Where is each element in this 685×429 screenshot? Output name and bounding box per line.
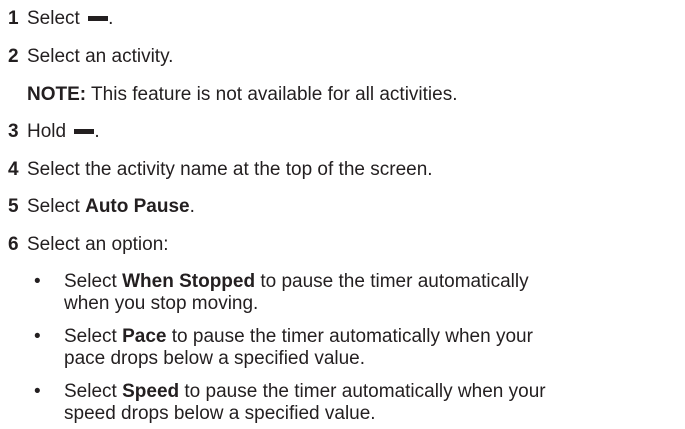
step-text: Select . xyxy=(27,8,114,29)
menu-icon xyxy=(74,129,95,134)
bullet: • xyxy=(34,326,41,347)
step-text: Select the activity name at the top of t… xyxy=(27,159,433,180)
step-number: 2 xyxy=(8,46,19,67)
option-text: Select Pace to pause the timer automatic… xyxy=(64,326,533,369)
step-text: Hold . xyxy=(27,121,100,142)
step-6: 6 Select an option: xyxy=(8,234,169,256)
instruction-page: 1 Select . 2 Select an activity. NOTE: Thi… xyxy=(0,0,685,429)
step-text: Select an option: xyxy=(27,234,169,255)
option-text: Select Speed to pause the timer automati… xyxy=(64,381,546,424)
option-text: Select When Stopped to pause the timer a… xyxy=(64,271,529,314)
step-number: 6 xyxy=(8,234,19,255)
step-number: 4 xyxy=(8,159,19,180)
note: NOTE: This feature is not available for … xyxy=(27,84,458,106)
step-text: Select Auto Pause. xyxy=(27,196,195,217)
note-text: This feature is not available for all ac… xyxy=(86,84,458,105)
step-3: 3 Hold . xyxy=(8,121,100,143)
step-2: 2 Select an activity. xyxy=(8,46,173,68)
bullet: • xyxy=(34,381,41,402)
step-number: 1 xyxy=(8,8,19,29)
step-number: 3 xyxy=(8,121,19,142)
menu-icon xyxy=(88,16,109,21)
step-1: 1 Select . xyxy=(8,8,113,30)
step-5: 5 Select Auto Pause. xyxy=(8,196,195,218)
step-4: 4 Select the activity name at the top of … xyxy=(8,159,433,181)
step-number: 5 xyxy=(8,196,19,217)
note-label: NOTE: xyxy=(27,84,87,105)
step-text: Select an activity. xyxy=(27,46,174,67)
bullet: • xyxy=(34,271,41,292)
